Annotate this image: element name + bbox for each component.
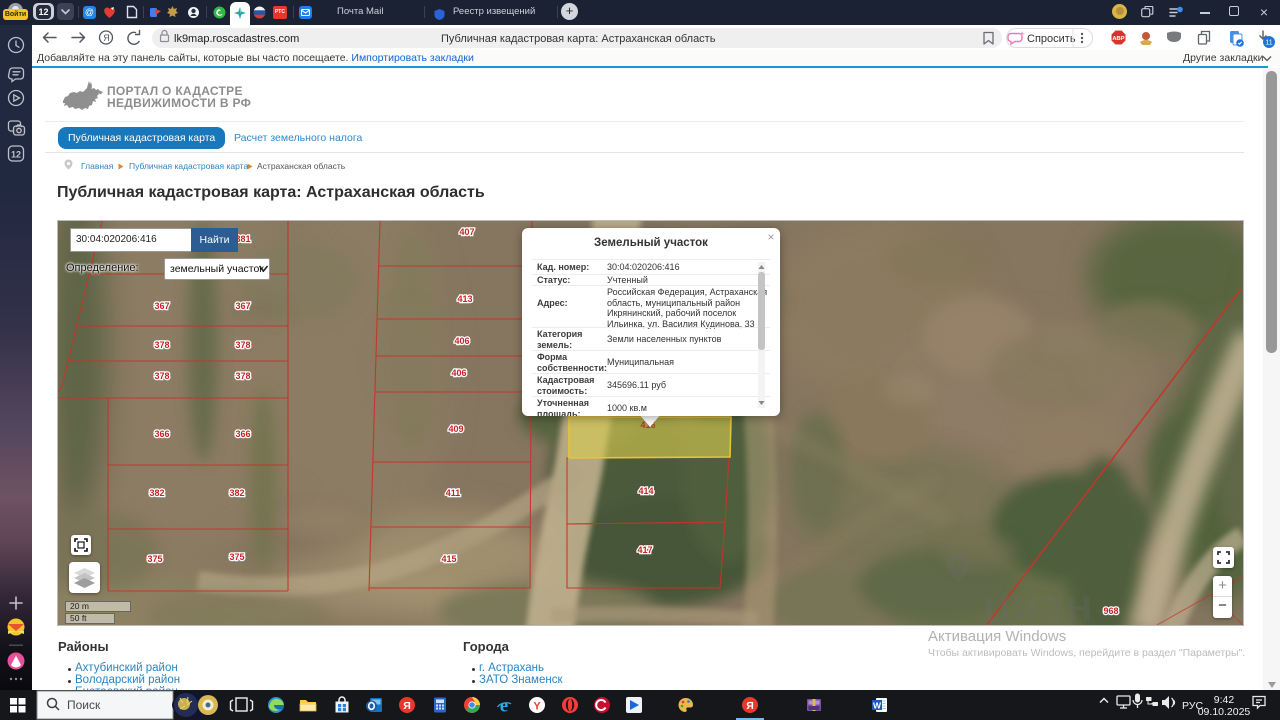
svg-text:382: 382 [229,488,244,498]
svg-text:407: 407 [459,227,474,237]
svg-text:411: 411 [446,488,461,498]
svg-text:Y: Y [533,701,541,713]
svg-text:366: 366 [235,429,250,439]
svg-text:Я: Я [403,700,411,712]
svg-text:367: 367 [154,301,169,311]
svg-text:циан: циан [983,579,1093,625]
svg-text:378: 378 [154,371,169,381]
svg-text:382: 382 [149,488,164,498]
svg-text:375: 375 [147,554,162,564]
svg-text:414: 414 [638,486,653,496]
svg-text:378: 378 [154,340,169,350]
svg-text:366: 366 [154,429,169,439]
svg-text:406: 406 [454,336,469,346]
svg-text:Я: Я [746,700,754,712]
svg-text:413: 413 [457,294,472,304]
svg-text:406: 406 [451,368,466,378]
svg-text:W: W [873,701,882,711]
svg-text:375: 375 [229,552,244,562]
svg-text:9:42: 9:42 [1214,694,1235,706]
svg-text:Спросить: Спросить [1027,33,1076,45]
svg-text:415: 415 [441,554,456,564]
svg-text:378: 378 [235,340,250,350]
svg-text:ABP: ABP [1112,36,1124,42]
svg-text:378: 378 [235,371,250,381]
svg-text:417: 417 [637,545,652,555]
svg-text:12: 12 [11,150,21,160]
svg-text:09.10.2025: 09.10.2025 [1198,706,1251,718]
svg-text:Я: Я [103,33,110,43]
svg-text:lk9map.roscadastres.com: lk9map.roscadastres.com [174,33,299,45]
svg-text:968: 968 [1103,606,1118,616]
svg-text:409: 409 [448,424,463,434]
svg-text:Поиск: Поиск [67,698,101,712]
svg-text:367: 367 [235,301,250,311]
svg-text:e: e [500,696,508,717]
svg-text:11: 11 [1265,40,1272,47]
svg-text:Публичная кадастровая карта: А: Публичная кадастровая карта: Астраханска… [441,33,716,45]
